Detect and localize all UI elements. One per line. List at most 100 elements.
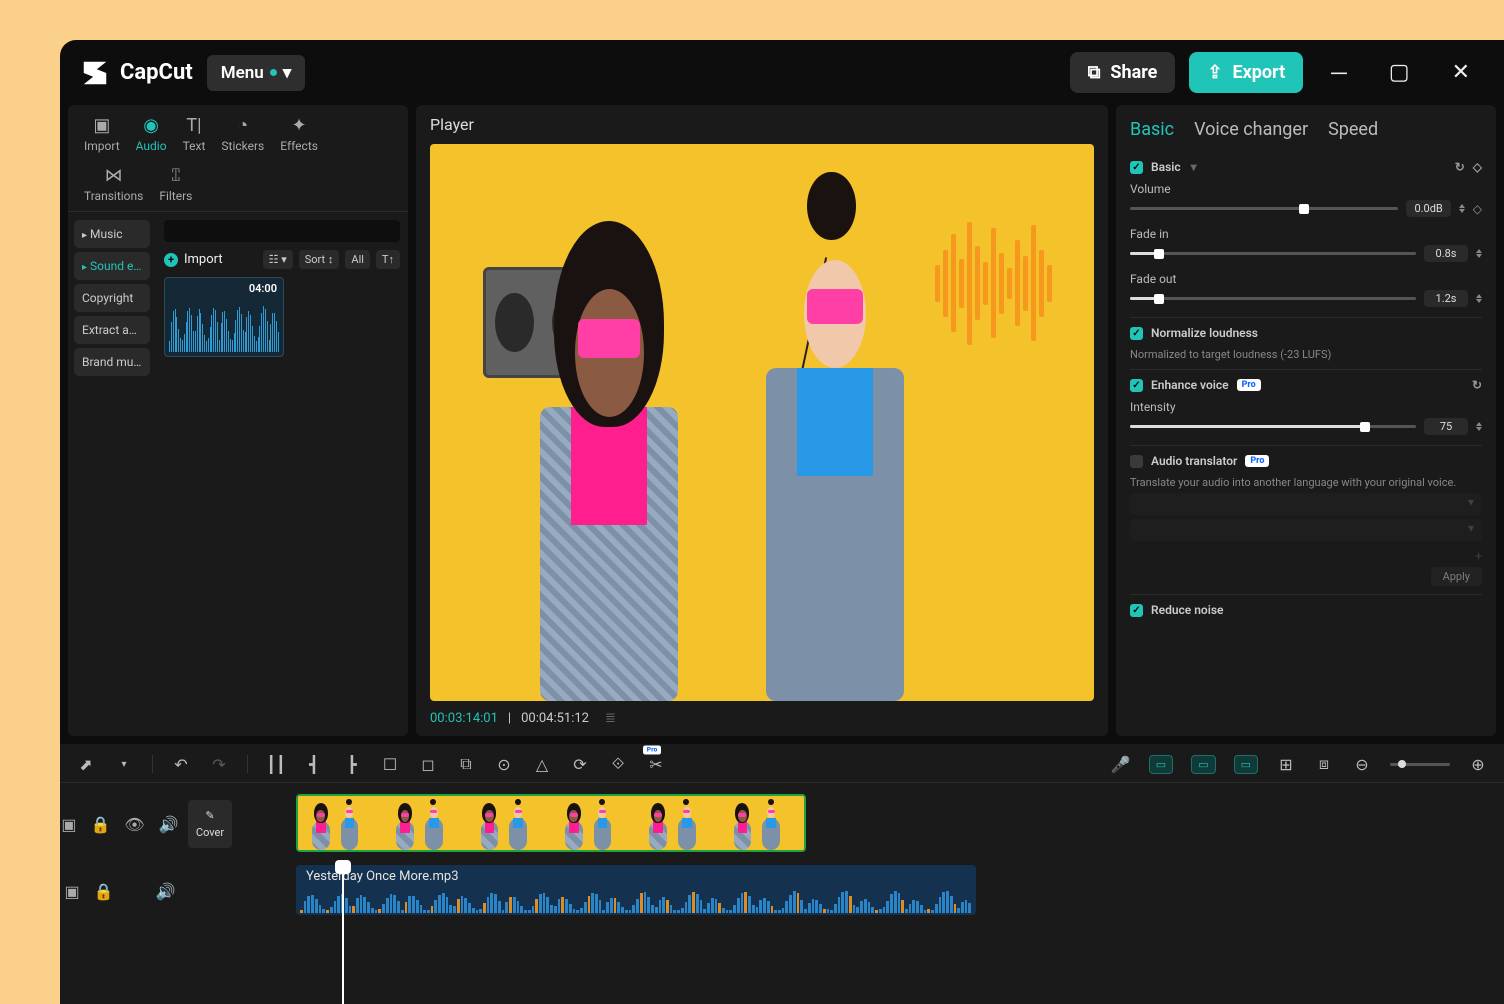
selection-tool-icon[interactable]: ⬈	[76, 754, 96, 774]
layout-toggle-button[interactable]: ☷ ▾	[263, 250, 293, 269]
sidebar-item-sound-effects[interactable]: ▸Sound effe...	[74, 252, 150, 280]
sidebar-item-copyright[interactable]: Copyright	[74, 284, 150, 312]
track-mute-icon[interactable]: 🔊	[159, 815, 179, 834]
import-button[interactable]: + Import	[164, 252, 223, 267]
fadein-slider[interactable]	[1130, 252, 1416, 255]
sidebar-item-music[interactable]: ▸Music	[74, 220, 150, 248]
intensity-stepper[interactable]	[1476, 422, 1482, 431]
basic-keyframe-icon[interactable]: ◇	[1473, 160, 1482, 174]
brand-logo-name: CapCut	[80, 58, 193, 88]
export-button[interactable]: ⇪ Export	[1189, 52, 1303, 93]
trim-left-icon[interactable]: ┫	[304, 754, 324, 774]
window-maximize-button[interactable]: ▢	[1375, 54, 1424, 91]
preview-tool-icon[interactable]: ⊙	[494, 754, 514, 774]
media-tab-filters[interactable]: ⑄Filters	[151, 161, 200, 211]
mirror-tool-icon[interactable]: △	[532, 754, 552, 774]
split-tool-icon[interactable]: ┃┃	[266, 754, 286, 774]
enhance-checkbox[interactable]: ✓	[1130, 379, 1143, 392]
volume-stepper[interactable]	[1459, 204, 1465, 213]
media-tab-transitions[interactable]: ⋈Transitions	[76, 161, 151, 211]
crop-tool-icon[interactable]: ⟐	[608, 754, 628, 774]
zoom-in-icon[interactable]: ⊕	[1468, 754, 1488, 774]
timeline-zoom-slider[interactable]	[1390, 763, 1450, 766]
media-tab-stickers[interactable]: ◔Stickers	[213, 111, 272, 161]
translator-add-row[interactable]: +	[1130, 545, 1482, 567]
track-mute-icon[interactable]: 🔊	[156, 882, 176, 901]
fadein-value[interactable]: 0.8s	[1424, 245, 1468, 262]
player-options-icon[interactable]: ≣	[605, 711, 616, 726]
capcut-logo-icon	[80, 58, 110, 88]
redo-button[interactable]: ↷	[209, 754, 229, 774]
audio-clip[interactable]: Yesterday Once More.mp3	[296, 865, 976, 915]
preview-person-1	[523, 211, 696, 701]
timeline-playhead[interactable]	[342, 872, 344, 1004]
track-lock-icon[interactable]: 🔒	[90, 815, 110, 834]
media-tab-import[interactable]: ▣Import	[76, 111, 128, 161]
intensity-value[interactable]: 75	[1424, 418, 1468, 435]
sort-button[interactable]: Sort ↕	[299, 250, 340, 269]
translator-target-select[interactable]	[1130, 519, 1482, 541]
fadeout-stepper[interactable]	[1476, 294, 1482, 303]
audio-track-lane[interactable]: Yesterday Once More.mp3	[246, 863, 1504, 919]
fadeout-value[interactable]: 1.2s	[1424, 290, 1468, 307]
auto-tool-1[interactable]: ▭	[1149, 755, 1173, 774]
sidebar-item-extract-audio[interactable]: Extract audio	[74, 316, 150, 344]
undo-button[interactable]: ↶	[171, 754, 191, 774]
preview-person-2	[749, 211, 922, 701]
auto-cut-tool-icon[interactable]: ✂Pro	[646, 754, 666, 774]
fadein-stepper[interactable]	[1476, 249, 1482, 258]
props-tab-voice-changer[interactable]: Voice changer	[1194, 119, 1308, 140]
media-tab-audio[interactable]: ◉Audio	[128, 111, 175, 161]
basic-reset-icon[interactable]: ↻	[1455, 160, 1465, 174]
basic-checkbox[interactable]: ✓	[1130, 161, 1143, 174]
snapping-icon[interactable]: ⧈	[1314, 754, 1334, 774]
auto-tool-3[interactable]: ▭	[1234, 755, 1258, 774]
intensity-slider[interactable]	[1130, 425, 1416, 428]
translator-source-select[interactable]	[1130, 493, 1482, 515]
media-tab-text[interactable]: T|Text	[175, 111, 214, 161]
text-size-button[interactable]: T↑	[376, 250, 400, 269]
delete-tool-icon[interactable]: ☐	[380, 754, 400, 774]
share-button[interactable]: ⧉ Share	[1070, 52, 1176, 93]
zoom-out-icon[interactable]: ⊖	[1352, 754, 1372, 774]
window-minimize-button[interactable]: ─	[1317, 54, 1361, 92]
media-thumbnail[interactable]: 04:00	[164, 277, 284, 357]
rotate-tool-icon[interactable]: ⟳	[570, 754, 590, 774]
sidebar-item-brand-music[interactable]: Brand music	[74, 348, 150, 376]
media-tab-effects[interactable]: ✦Effects	[272, 111, 326, 161]
props-tab-speed[interactable]: Speed	[1328, 119, 1378, 140]
normalize-checkbox[interactable]: ✓	[1130, 327, 1143, 340]
trim-right-icon[interactable]: ┣	[342, 754, 362, 774]
track-lock-icon[interactable]: 🔒	[94, 882, 114, 901]
titlebar: CapCut Menu ▾ ⧉ Share ⇪ Export ─ ▢ ✕	[60, 40, 1504, 105]
auto-tool-2[interactable]: ▭	[1191, 755, 1215, 774]
share-icon: ⧉	[1088, 62, 1101, 83]
video-track-lane[interactable]	[246, 791, 1504, 857]
cover-button[interactable]: ✎ Cover	[188, 800, 232, 848]
player-preview[interactable]	[430, 144, 1094, 701]
reduce-noise-checkbox[interactable]: ✓	[1130, 604, 1143, 617]
volume-keyframe-icon[interactable]: ◇	[1473, 202, 1482, 216]
translator-checkbox[interactable]	[1130, 455, 1143, 468]
window-close-button[interactable]: ✕	[1438, 54, 1484, 91]
marker-tool-icon[interactable]: ◻	[418, 754, 438, 774]
volume-value[interactable]: 0.0dB	[1406, 200, 1450, 217]
align-tool-icon[interactable]: ⊞	[1276, 754, 1296, 774]
media-search-input[interactable]	[164, 220, 400, 242]
props-tab-basic[interactable]: Basic	[1130, 119, 1174, 140]
volume-slider[interactable]	[1130, 207, 1398, 210]
tool-dropdown-icon[interactable]: ▾	[114, 754, 134, 774]
track-preview-icon[interactable]: ▣	[61, 815, 76, 834]
filter-all-button[interactable]: All	[345, 250, 370, 269]
effects-icon: ✦	[292, 115, 307, 136]
player-panel: Player 00:03:14:01 | 00:04:51:12	[416, 105, 1108, 736]
menu-button[interactable]: Menu ▾	[207, 55, 306, 91]
video-clip[interactable]	[296, 794, 806, 852]
apply-button[interactable]: Apply	[1431, 567, 1482, 586]
track-preview-icon[interactable]: ▣	[65, 882, 80, 901]
track-visibility-icon[interactable]: 👁	[124, 815, 144, 834]
enhance-reset-icon[interactable]: ↻	[1472, 378, 1482, 392]
fadeout-slider[interactable]	[1130, 297, 1416, 300]
copy-tool-icon[interactable]: ⧉	[456, 754, 476, 774]
microphone-icon[interactable]: 🎤	[1111, 754, 1131, 774]
